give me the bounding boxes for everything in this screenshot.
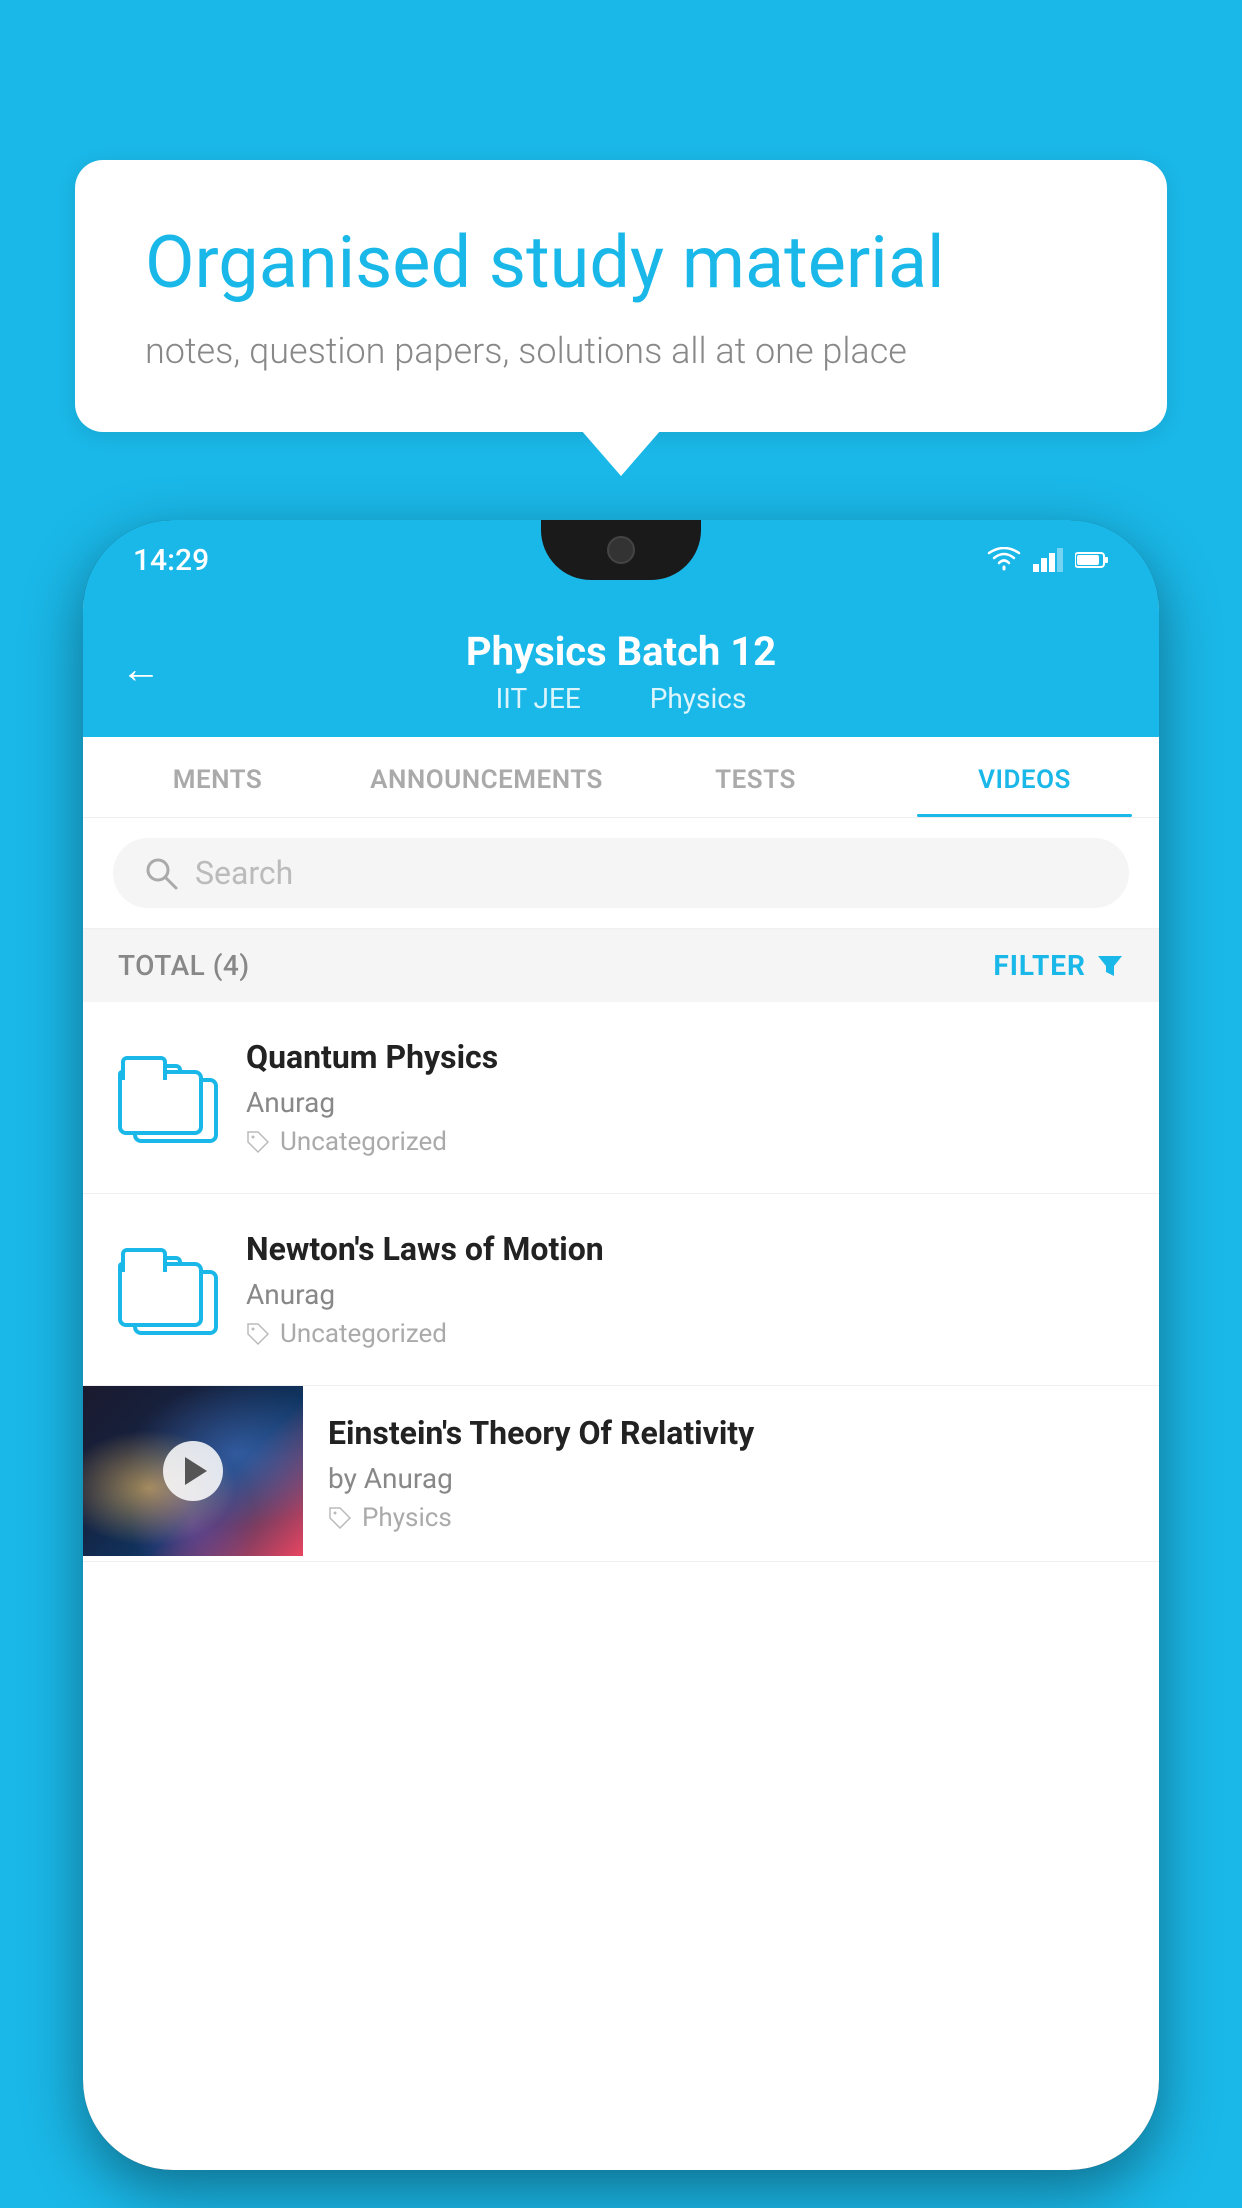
- video-thumbnail-3: [83, 1386, 303, 1556]
- list-item[interactable]: Quantum Physics Anurag Uncategorized: [83, 1002, 1159, 1194]
- search-placeholder: Search: [195, 854, 293, 892]
- search-icon: [143, 855, 179, 891]
- folder-icon-1: [118, 1053, 218, 1143]
- list-item[interactable]: Einstein's Theory Of Relativity by Anura…: [83, 1386, 1159, 1562]
- wifi-icon: [987, 547, 1021, 573]
- back-button[interactable]: ←: [121, 645, 161, 692]
- header-title: Physics Batch 12: [123, 628, 1119, 676]
- search-container: Search: [83, 818, 1159, 929]
- speech-bubble: Organised study material notes, question…: [75, 160, 1167, 432]
- video-list: Quantum Physics Anurag Uncategorized: [83, 1002, 1159, 1562]
- phone-outer: 14:29: [83, 520, 1159, 2170]
- tag-icon-3: [328, 1506, 352, 1530]
- camera: [607, 536, 635, 564]
- bubble-subtitle: notes, question papers, solutions all at…: [145, 330, 1097, 372]
- folder-icon-2: [118, 1245, 218, 1335]
- video-author-1: Anurag: [246, 1086, 1124, 1119]
- tag-label-1: Uncategorized: [280, 1127, 447, 1157]
- video-author-3: by Anurag: [328, 1462, 1134, 1495]
- video-tag-3: Physics: [328, 1503, 1134, 1533]
- filter-bar: TOTAL (4) FILTER: [83, 929, 1159, 1002]
- video-thumbnail-2: [118, 1235, 218, 1345]
- video-tag-2: Uncategorized: [246, 1319, 1124, 1349]
- notch: [541, 520, 701, 580]
- tag-iit-jee: IIT JEE: [496, 682, 581, 715]
- video-info-3: Einstein's Theory Of Relativity by Anura…: [303, 1386, 1159, 1561]
- video-author-2: Anurag: [246, 1278, 1124, 1311]
- bubble-title: Organised study material: [145, 220, 1097, 306]
- tab-announcements[interactable]: ANNOUNCEMENTS: [352, 737, 621, 817]
- filter-button[interactable]: FILTER: [993, 949, 1124, 982]
- tab-tests[interactable]: TESTS: [621, 737, 890, 817]
- video-title-3: Einstein's Theory Of Relativity: [328, 1414, 1134, 1452]
- battery-icon: [1075, 551, 1109, 569]
- signal-icon: [1033, 548, 1063, 572]
- tab-ments[interactable]: MENTS: [83, 737, 352, 817]
- filter-label: FILTER: [993, 949, 1086, 982]
- phone-wrapper: 14:29: [83, 520, 1159, 2208]
- total-count: TOTAL (4): [118, 949, 250, 982]
- video-tag-1: Uncategorized: [246, 1127, 1124, 1157]
- tag-icon-2: [246, 1322, 270, 1346]
- filter-icon: [1096, 952, 1124, 980]
- tabs-bar: MENTS ANNOUNCEMENTS TESTS VIDEOS: [83, 737, 1159, 818]
- tag-separator: [612, 682, 619, 715]
- status-bar: 14:29: [83, 520, 1159, 600]
- search-box[interactable]: Search: [113, 838, 1129, 908]
- tag-label-3: Physics: [362, 1503, 452, 1533]
- status-icons: [987, 547, 1109, 573]
- video-title-1: Quantum Physics: [246, 1038, 1124, 1076]
- phone-screen: ← Physics Batch 12 IIT JEE Physics MENTS…: [83, 600, 1159, 2170]
- header-subtitle: IIT JEE Physics: [123, 682, 1119, 715]
- status-time: 14:29: [133, 543, 209, 578]
- video-info-1: Quantum Physics Anurag Uncategorized: [246, 1038, 1124, 1157]
- tag-icon-1: [246, 1130, 270, 1154]
- list-item[interactable]: Newton's Laws of Motion Anurag Uncategor…: [83, 1194, 1159, 1386]
- tag-label-2: Uncategorized: [280, 1319, 447, 1349]
- tab-videos[interactable]: VIDEOS: [890, 737, 1159, 817]
- play-triangle-icon: [185, 1457, 207, 1485]
- video-info-2: Newton's Laws of Motion Anurag Uncategor…: [246, 1230, 1124, 1349]
- app-header: ← Physics Batch 12 IIT JEE Physics: [83, 600, 1159, 737]
- tag-physics: Physics: [650, 682, 747, 715]
- video-thumbnail-1: [118, 1043, 218, 1153]
- play-button-3[interactable]: [163, 1441, 223, 1501]
- video-title-2: Newton's Laws of Motion: [246, 1230, 1124, 1268]
